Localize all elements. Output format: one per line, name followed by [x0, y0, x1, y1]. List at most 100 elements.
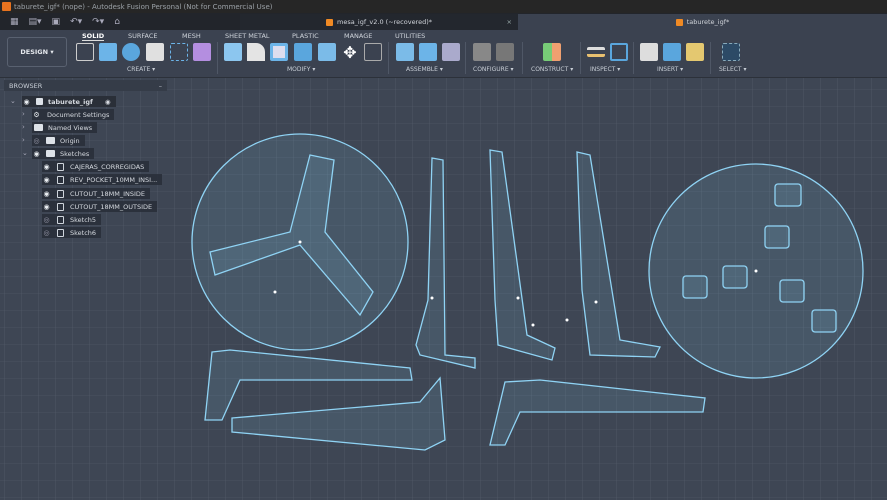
configure-menu[interactable]: CONFIGURE ▾: [473, 66, 514, 73]
browser-header: BROWSER –: [4, 80, 167, 91]
eye-icon[interactable]: ◉: [42, 163, 51, 171]
new-joint-icon[interactable]: [419, 43, 437, 61]
activate-radio-icon[interactable]: ◉: [105, 98, 111, 106]
tab-taburete[interactable]: taburete_igf*: [518, 14, 887, 30]
browser-item-sketches[interactable]: ◉ Sketches: [32, 148, 95, 159]
save-icon[interactable]: ▣: [52, 17, 61, 27]
sketch-item[interactable]: ◉ REV_POCKET_10MM_INSI...: [42, 174, 163, 185]
pattern-icon[interactable]: [170, 43, 188, 61]
create-menu[interactable]: CREATE ▾: [127, 66, 155, 73]
app-icon: [2, 2, 11, 11]
sketch-pocket[interactable]: [779, 279, 805, 303]
canvas-icon[interactable]: [663, 43, 681, 61]
fillet-icon[interactable]: [247, 43, 265, 61]
insert-mesh-icon[interactable]: [686, 43, 704, 61]
move-icon[interactable]: ✥: [341, 43, 359, 62]
tab-mesh[interactable]: MESH: [182, 32, 201, 40]
insert-derive-icon[interactable]: [640, 43, 658, 61]
sketch-pocket[interactable]: [682, 275, 708, 299]
component-icon: [36, 98, 43, 105]
chevron-right-icon[interactable]: ›: [22, 110, 25, 118]
create-sketch-icon[interactable]: [76, 43, 94, 61]
root-label: taburete_igf: [48, 97, 93, 106]
tab-mesa[interactable]: mesa_igf_v2.0 (~recovered)* ×: [240, 14, 518, 30]
construct-menu[interactable]: CONSTRUCT ▾: [531, 66, 573, 73]
insert-menu[interactable]: INSERT ▾: [657, 66, 683, 73]
chevron-down-icon[interactable]: ⌄: [22, 149, 28, 157]
gear-icon: ⚙: [33, 110, 40, 119]
browser-item-origin[interactable]: ◎ Origin: [32, 135, 85, 146]
browser-root[interactable]: ◉ taburete_igf ◉: [22, 96, 116, 107]
workspace-switcher[interactable]: DESIGN ▾: [7, 37, 67, 67]
undo-icon[interactable]: ↶▾: [70, 17, 82, 27]
item-label: REV_POCKET_10MM_INSI...: [70, 175, 158, 184]
offset-face-icon[interactable]: [318, 43, 336, 61]
sketch-item[interactable]: ◎ Sketch5: [42, 214, 102, 225]
revolve-icon[interactable]: [122, 43, 140, 61]
canvas-viewport[interactable]: [0, 78, 887, 500]
home-icon[interactable]: ⌂: [114, 17, 120, 27]
sketch-pocket[interactable]: [774, 183, 802, 207]
tab-manage[interactable]: MANAGE: [344, 32, 372, 40]
collapse-icon[interactable]: –: [159, 82, 162, 90]
item-label: CUTOUT_18MM_INSIDE: [70, 189, 146, 198]
combine-icon[interactable]: [294, 43, 312, 61]
eye-icon[interactable]: ◉: [42, 203, 51, 211]
modify-menu[interactable]: MODIFY ▾: [287, 66, 315, 73]
inspect-menu[interactable]: INSPECT ▾: [590, 66, 620, 73]
sketch-pocket[interactable]: [722, 265, 748, 289]
browser-item-named-views[interactable]: Named Views: [32, 122, 98, 133]
eye-icon[interactable]: ◉: [42, 176, 51, 184]
press-pull-icon[interactable]: [224, 43, 242, 61]
sketch-icon: [57, 189, 64, 198]
tab-plastic[interactable]: PLASTIC: [292, 32, 319, 40]
tab-utilities[interactable]: UTILITIES: [395, 32, 425, 40]
item-label: Named Views: [48, 123, 93, 132]
configure-table-icon[interactable]: [496, 43, 514, 61]
redo-icon[interactable]: ↷▾: [92, 17, 104, 27]
eye-icon[interactable]: ◉: [22, 98, 31, 106]
item-label: CAJERAS_CORREGIDAS: [70, 162, 145, 171]
section-analysis-icon[interactable]: [610, 43, 628, 61]
eye-icon[interactable]: ◉: [32, 150, 41, 158]
select-icon[interactable]: [722, 43, 740, 61]
eye-icon[interactable]: ◉: [42, 190, 51, 198]
browser-panel: BROWSER –: [4, 80, 167, 91]
new-component-icon[interactable]: [193, 43, 211, 61]
extrude-icon[interactable]: [99, 43, 117, 61]
divider: [465, 42, 466, 74]
measure-icon[interactable]: [587, 47, 605, 57]
tab-label: mesa_igf_v2.0 (~recovered)*: [336, 18, 433, 26]
eye-hidden-icon[interactable]: ◎: [42, 229, 51, 237]
sketch-item[interactable]: ◉ CUTOUT_18MM_OUTSIDE: [42, 201, 158, 212]
offset-plane-icon[interactable]: [543, 43, 561, 61]
chevron-right-icon[interactable]: ›: [22, 136, 25, 144]
sketch-pocket[interactable]: [764, 225, 790, 249]
select-menu[interactable]: SELECT ▾: [719, 66, 747, 73]
tab-surface[interactable]: SURFACE: [128, 32, 158, 40]
chevron-right-icon[interactable]: ›: [22, 123, 25, 131]
browser-item-document-settings[interactable]: ⚙ Document Settings: [32, 109, 115, 120]
joint-icon[interactable]: [396, 43, 414, 61]
file-menu-icon[interactable]: ▤▾: [29, 17, 42, 27]
tab-solid[interactable]: SOLID: [82, 32, 105, 41]
sketch-item[interactable]: ◉ CAJERAS_CORREGIDAS: [42, 161, 150, 172]
shell-icon[interactable]: [270, 43, 288, 61]
document-icon: [325, 18, 333, 26]
assemble-menu[interactable]: ASSEMBLE ▾: [406, 66, 443, 73]
folder-icon: [46, 150, 55, 157]
eye-hidden-icon[interactable]: ◎: [42, 216, 51, 224]
apps-grid-icon[interactable]: ▦: [10, 17, 19, 27]
item-label: Document Settings: [47, 110, 110, 119]
sketch-item[interactable]: ◎ Sketch6: [42, 227, 102, 238]
eye-hidden-icon[interactable]: ◎: [32, 137, 41, 145]
close-tab-icon[interactable]: ×: [507, 18, 512, 26]
hole-icon[interactable]: [146, 43, 164, 61]
rigid-group-icon[interactable]: [442, 43, 460, 61]
sketch-pocket[interactable]: [811, 309, 837, 333]
sketch-item[interactable]: ◉ CUTOUT_18MM_INSIDE: [42, 188, 151, 199]
align-icon[interactable]: [364, 43, 382, 61]
tab-sheet-metal[interactable]: SHEET METAL: [225, 32, 270, 40]
chevron-down-icon[interactable]: ⌄: [10, 97, 16, 105]
configure-icon[interactable]: [473, 43, 491, 61]
